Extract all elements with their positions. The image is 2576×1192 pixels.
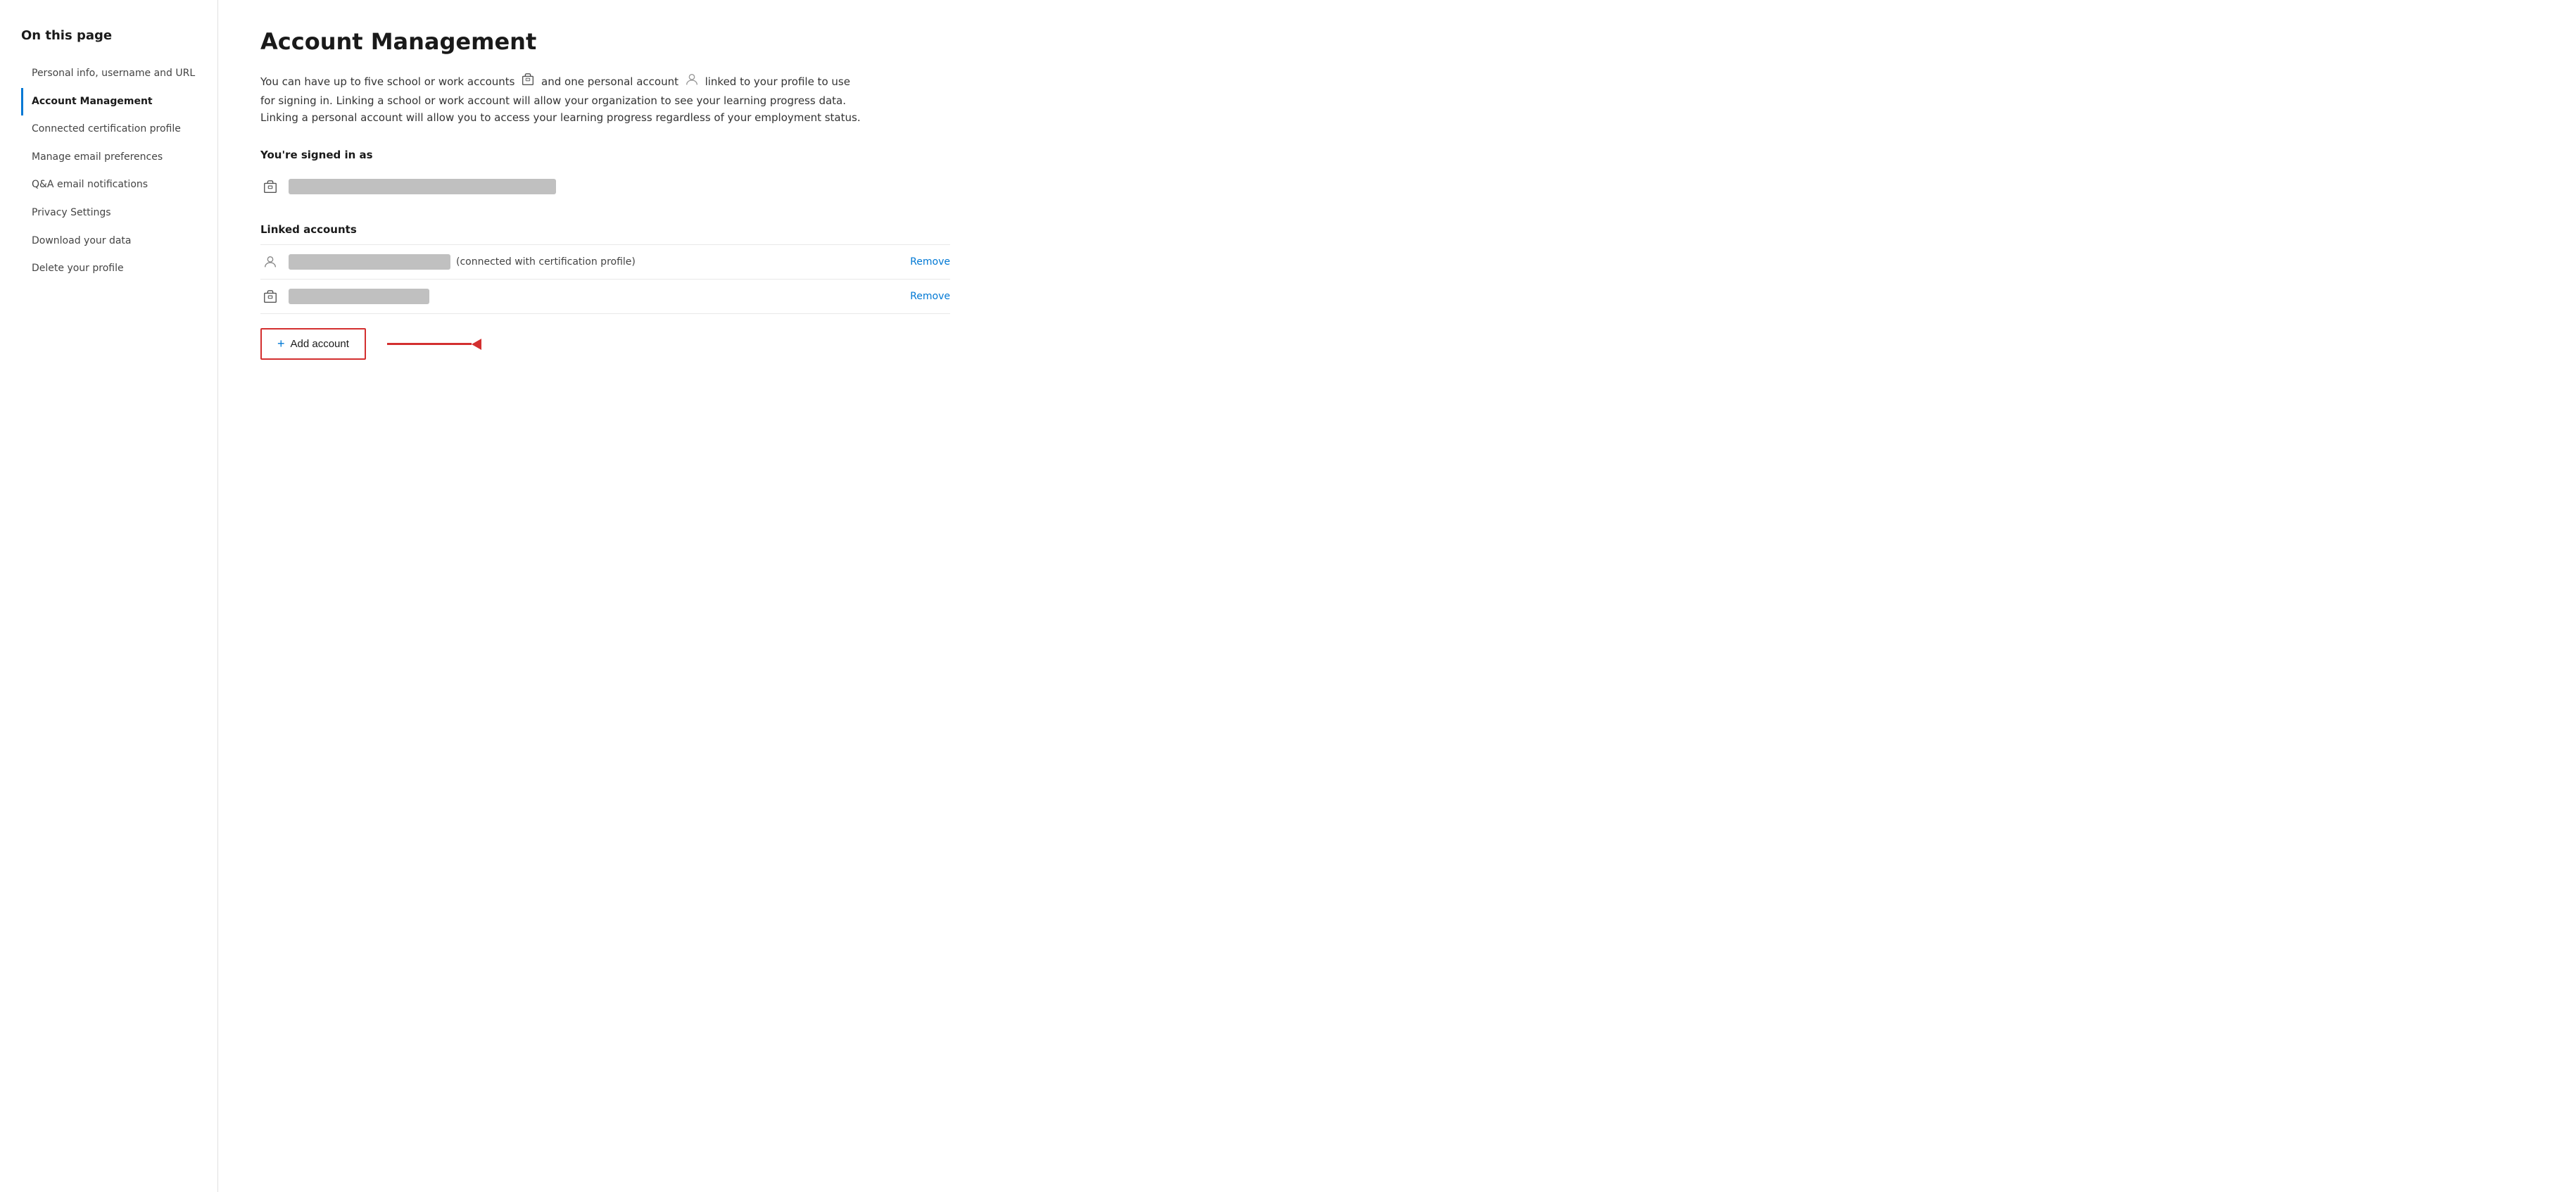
personal-account-icon	[684, 72, 700, 92]
signed-in-work-icon	[260, 177, 280, 196]
cert-profile-text: (connected with certification profile)	[456, 256, 636, 268]
arrow-head	[472, 339, 481, 350]
sidebar-item-connected-cert[interactable]: Connected certification profile	[21, 115, 217, 144]
linked-account-row-work: Remove	[260, 280, 950, 314]
sidebar-title: On this page	[21, 28, 217, 43]
arrow-indicator	[387, 339, 481, 350]
sidebar-item-qa-email[interactable]: Q&A email notifications	[21, 171, 217, 199]
arrow-line	[387, 343, 472, 345]
remove-work-account-link[interactable]: Remove	[910, 291, 950, 302]
linked-accounts-label: Linked accounts	[260, 223, 950, 236]
description-text-1: You can have up to five school or work a…	[260, 75, 514, 88]
linked-person-icon	[260, 252, 280, 272]
remove-personal-account-link[interactable]: Remove	[910, 256, 950, 268]
sidebar-item-privacy[interactable]: Privacy Settings	[21, 199, 217, 227]
description-text-2: and one personal account	[541, 75, 678, 88]
linked-account-row-personal: (connected with certification profile) R…	[260, 245, 950, 280]
add-account-wrapper: + Add account	[260, 328, 950, 360]
signed-in-account-row	[260, 170, 950, 203]
linked-personal-email-bar	[289, 254, 450, 270]
sidebar-item-delete-profile[interactable]: Delete your profile	[21, 255, 217, 283]
page-title: Account Management	[260, 28, 950, 55]
signed-in-section: You're signed in as	[260, 149, 950, 203]
add-account-button[interactable]: + Add account	[260, 328, 366, 360]
linked-work-icon	[260, 287, 280, 306]
sidebar-item-download-data[interactable]: Download your data	[21, 227, 217, 256]
main-content: Account Management You can have up to fi…	[218, 0, 992, 1192]
work-account-icon	[520, 72, 536, 92]
sidebar-item-account-management[interactable]: Account Management	[21, 88, 217, 116]
add-account-label: Add account	[291, 338, 349, 350]
sidebar-item-personal-info[interactable]: Personal info, username and URL	[21, 60, 217, 88]
signed-in-email-bar	[289, 179, 556, 194]
sidebar-nav: Personal info, username and URL Account …	[21, 60, 217, 283]
linked-personal-account-info: (connected with certification profile)	[289, 254, 902, 270]
linked-accounts-section: Linked accounts (connected with certific…	[260, 223, 950, 314]
sidebar: On this page Personal info, username and…	[0, 0, 218, 1192]
sidebar-item-email-prefs[interactable]: Manage email preferences	[21, 144, 217, 172]
linked-work-account-info	[289, 289, 902, 304]
description: You can have up to five school or work a…	[260, 72, 866, 126]
linked-work-email-bar	[289, 289, 429, 304]
signed-in-label: You're signed in as	[260, 149, 950, 161]
plus-icon: +	[277, 337, 285, 351]
linked-accounts-list: (connected with certification profile) R…	[260, 244, 950, 314]
